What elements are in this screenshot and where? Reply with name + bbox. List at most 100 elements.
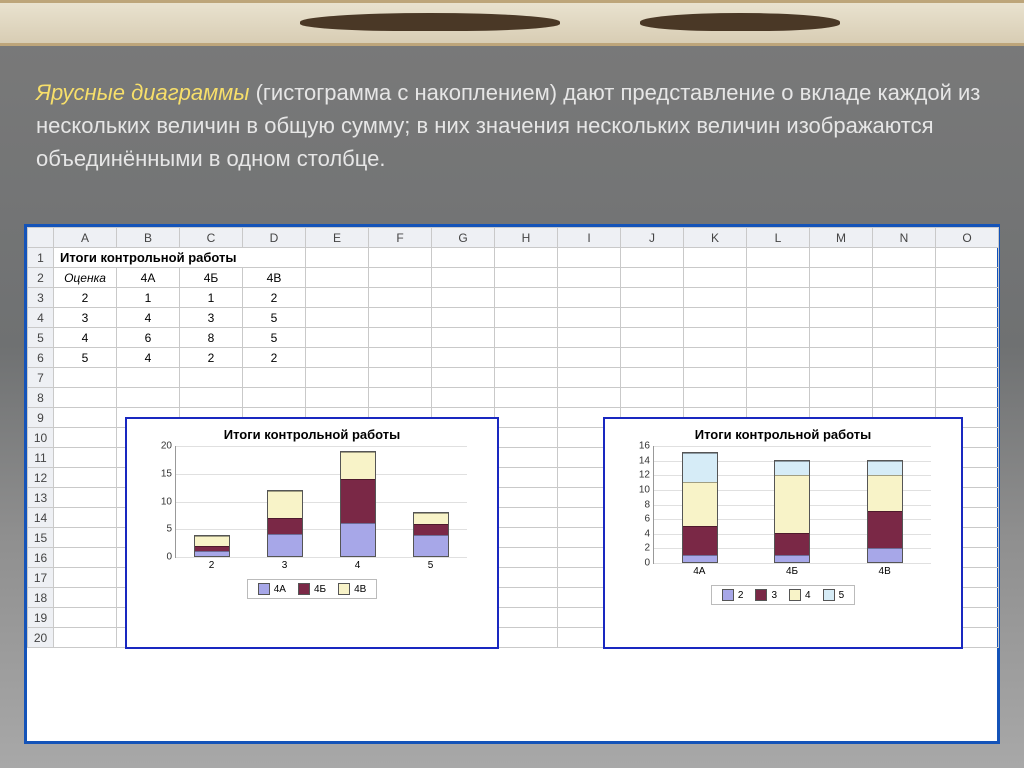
cell[interactable] [558, 248, 621, 268]
col-header[interactable]: H [495, 228, 558, 248]
cell[interactable] [306, 268, 369, 288]
cell[interactable] [306, 248, 369, 268]
cell[interactable] [432, 368, 495, 388]
col-header[interactable]: F [369, 228, 432, 248]
row-header[interactable]: 18 [28, 588, 54, 608]
cell[interactable] [306, 368, 369, 388]
cell[interactable] [684, 348, 747, 368]
cell[interactable] [495, 528, 558, 548]
row-header[interactable]: 8 [28, 388, 54, 408]
cell[interactable] [684, 308, 747, 328]
cell[interactable] [684, 248, 747, 268]
cell[interactable] [810, 308, 873, 328]
cell[interactable] [432, 288, 495, 308]
cell[interactable] [621, 328, 684, 348]
cell[interactable]: 5 [54, 348, 117, 368]
cell[interactable] [747, 288, 810, 308]
cell[interactable] [936, 348, 999, 368]
col-header[interactable]: K [684, 228, 747, 248]
cell[interactable]: 1 [180, 288, 243, 308]
cell[interactable] [117, 388, 180, 408]
cell[interactable] [810, 248, 873, 268]
cell[interactable] [54, 568, 117, 588]
cell[interactable] [495, 608, 558, 628]
cell[interactable] [306, 348, 369, 368]
cell[interactable] [54, 388, 117, 408]
cell[interactable] [306, 388, 369, 408]
cell[interactable] [558, 288, 621, 308]
cell[interactable] [684, 288, 747, 308]
cell[interactable] [54, 368, 117, 388]
cell[interactable]: 4 [117, 348, 180, 368]
cell[interactable] [936, 248, 999, 268]
cell[interactable] [54, 468, 117, 488]
row-header[interactable]: 4 [28, 308, 54, 328]
cell[interactable] [873, 308, 936, 328]
cell[interactable]: 4Б [180, 268, 243, 288]
cell[interactable]: 4В [243, 268, 306, 288]
cell[interactable] [747, 368, 810, 388]
cell[interactable] [432, 248, 495, 268]
row-header[interactable]: 3 [28, 288, 54, 308]
col-header[interactable]: C [180, 228, 243, 248]
cell[interactable]: 5 [243, 328, 306, 348]
row-header[interactable]: 10 [28, 428, 54, 448]
col-header[interactable]: M [810, 228, 873, 248]
cell[interactable] [873, 388, 936, 408]
cell[interactable] [54, 608, 117, 628]
cell[interactable] [495, 328, 558, 348]
cell[interactable] [495, 468, 558, 488]
cell[interactable] [54, 628, 117, 648]
cell[interactable] [621, 268, 684, 288]
cell[interactable] [621, 368, 684, 388]
cell[interactable] [810, 288, 873, 308]
row-header[interactable]: 9 [28, 408, 54, 428]
row-header[interactable]: 1 [28, 248, 54, 268]
row-header[interactable]: 20 [28, 628, 54, 648]
cell[interactable] [369, 368, 432, 388]
cell[interactable] [54, 488, 117, 508]
cell[interactable] [936, 308, 999, 328]
cell[interactable]: Оценка [54, 268, 117, 288]
cell[interactable] [558, 368, 621, 388]
col-header[interactable]: J [621, 228, 684, 248]
row-header[interactable]: 16 [28, 548, 54, 568]
col-header[interactable]: E [306, 228, 369, 248]
cell[interactable] [495, 428, 558, 448]
cell[interactable] [873, 328, 936, 348]
cell[interactable] [432, 388, 495, 408]
cell[interactable] [495, 568, 558, 588]
cell[interactable]: 8 [180, 328, 243, 348]
row-header[interactable]: 2 [28, 268, 54, 288]
cell[interactable]: 2 [180, 348, 243, 368]
cell[interactable] [810, 328, 873, 348]
cell[interactable] [54, 408, 117, 428]
cell[interactable] [621, 288, 684, 308]
cell[interactable] [306, 288, 369, 308]
cell[interactable] [180, 368, 243, 388]
cell[interactable] [747, 328, 810, 348]
cell[interactable] [369, 268, 432, 288]
cell[interactable] [54, 448, 117, 468]
cell[interactable]: 5 [243, 308, 306, 328]
cell[interactable] [495, 548, 558, 568]
cell[interactable] [306, 308, 369, 328]
cell[interactable]: 4А [117, 268, 180, 288]
cell[interactable] [684, 328, 747, 348]
cell[interactable] [495, 308, 558, 328]
cell[interactable] [747, 348, 810, 368]
cell[interactable]: 2 [243, 348, 306, 368]
cell[interactable] [495, 408, 558, 428]
cell[interactable]: 3 [54, 308, 117, 328]
cell[interactable] [495, 628, 558, 648]
cell[interactable] [810, 368, 873, 388]
cell[interactable] [873, 268, 936, 288]
cell[interactable]: 4 [54, 328, 117, 348]
col-header[interactable]: D [243, 228, 306, 248]
col-header[interactable]: A [54, 228, 117, 248]
cell[interactable] [936, 388, 999, 408]
cell[interactable] [936, 328, 999, 348]
cell[interactable] [684, 268, 747, 288]
cell[interactable] [873, 368, 936, 388]
cell[interactable] [369, 288, 432, 308]
